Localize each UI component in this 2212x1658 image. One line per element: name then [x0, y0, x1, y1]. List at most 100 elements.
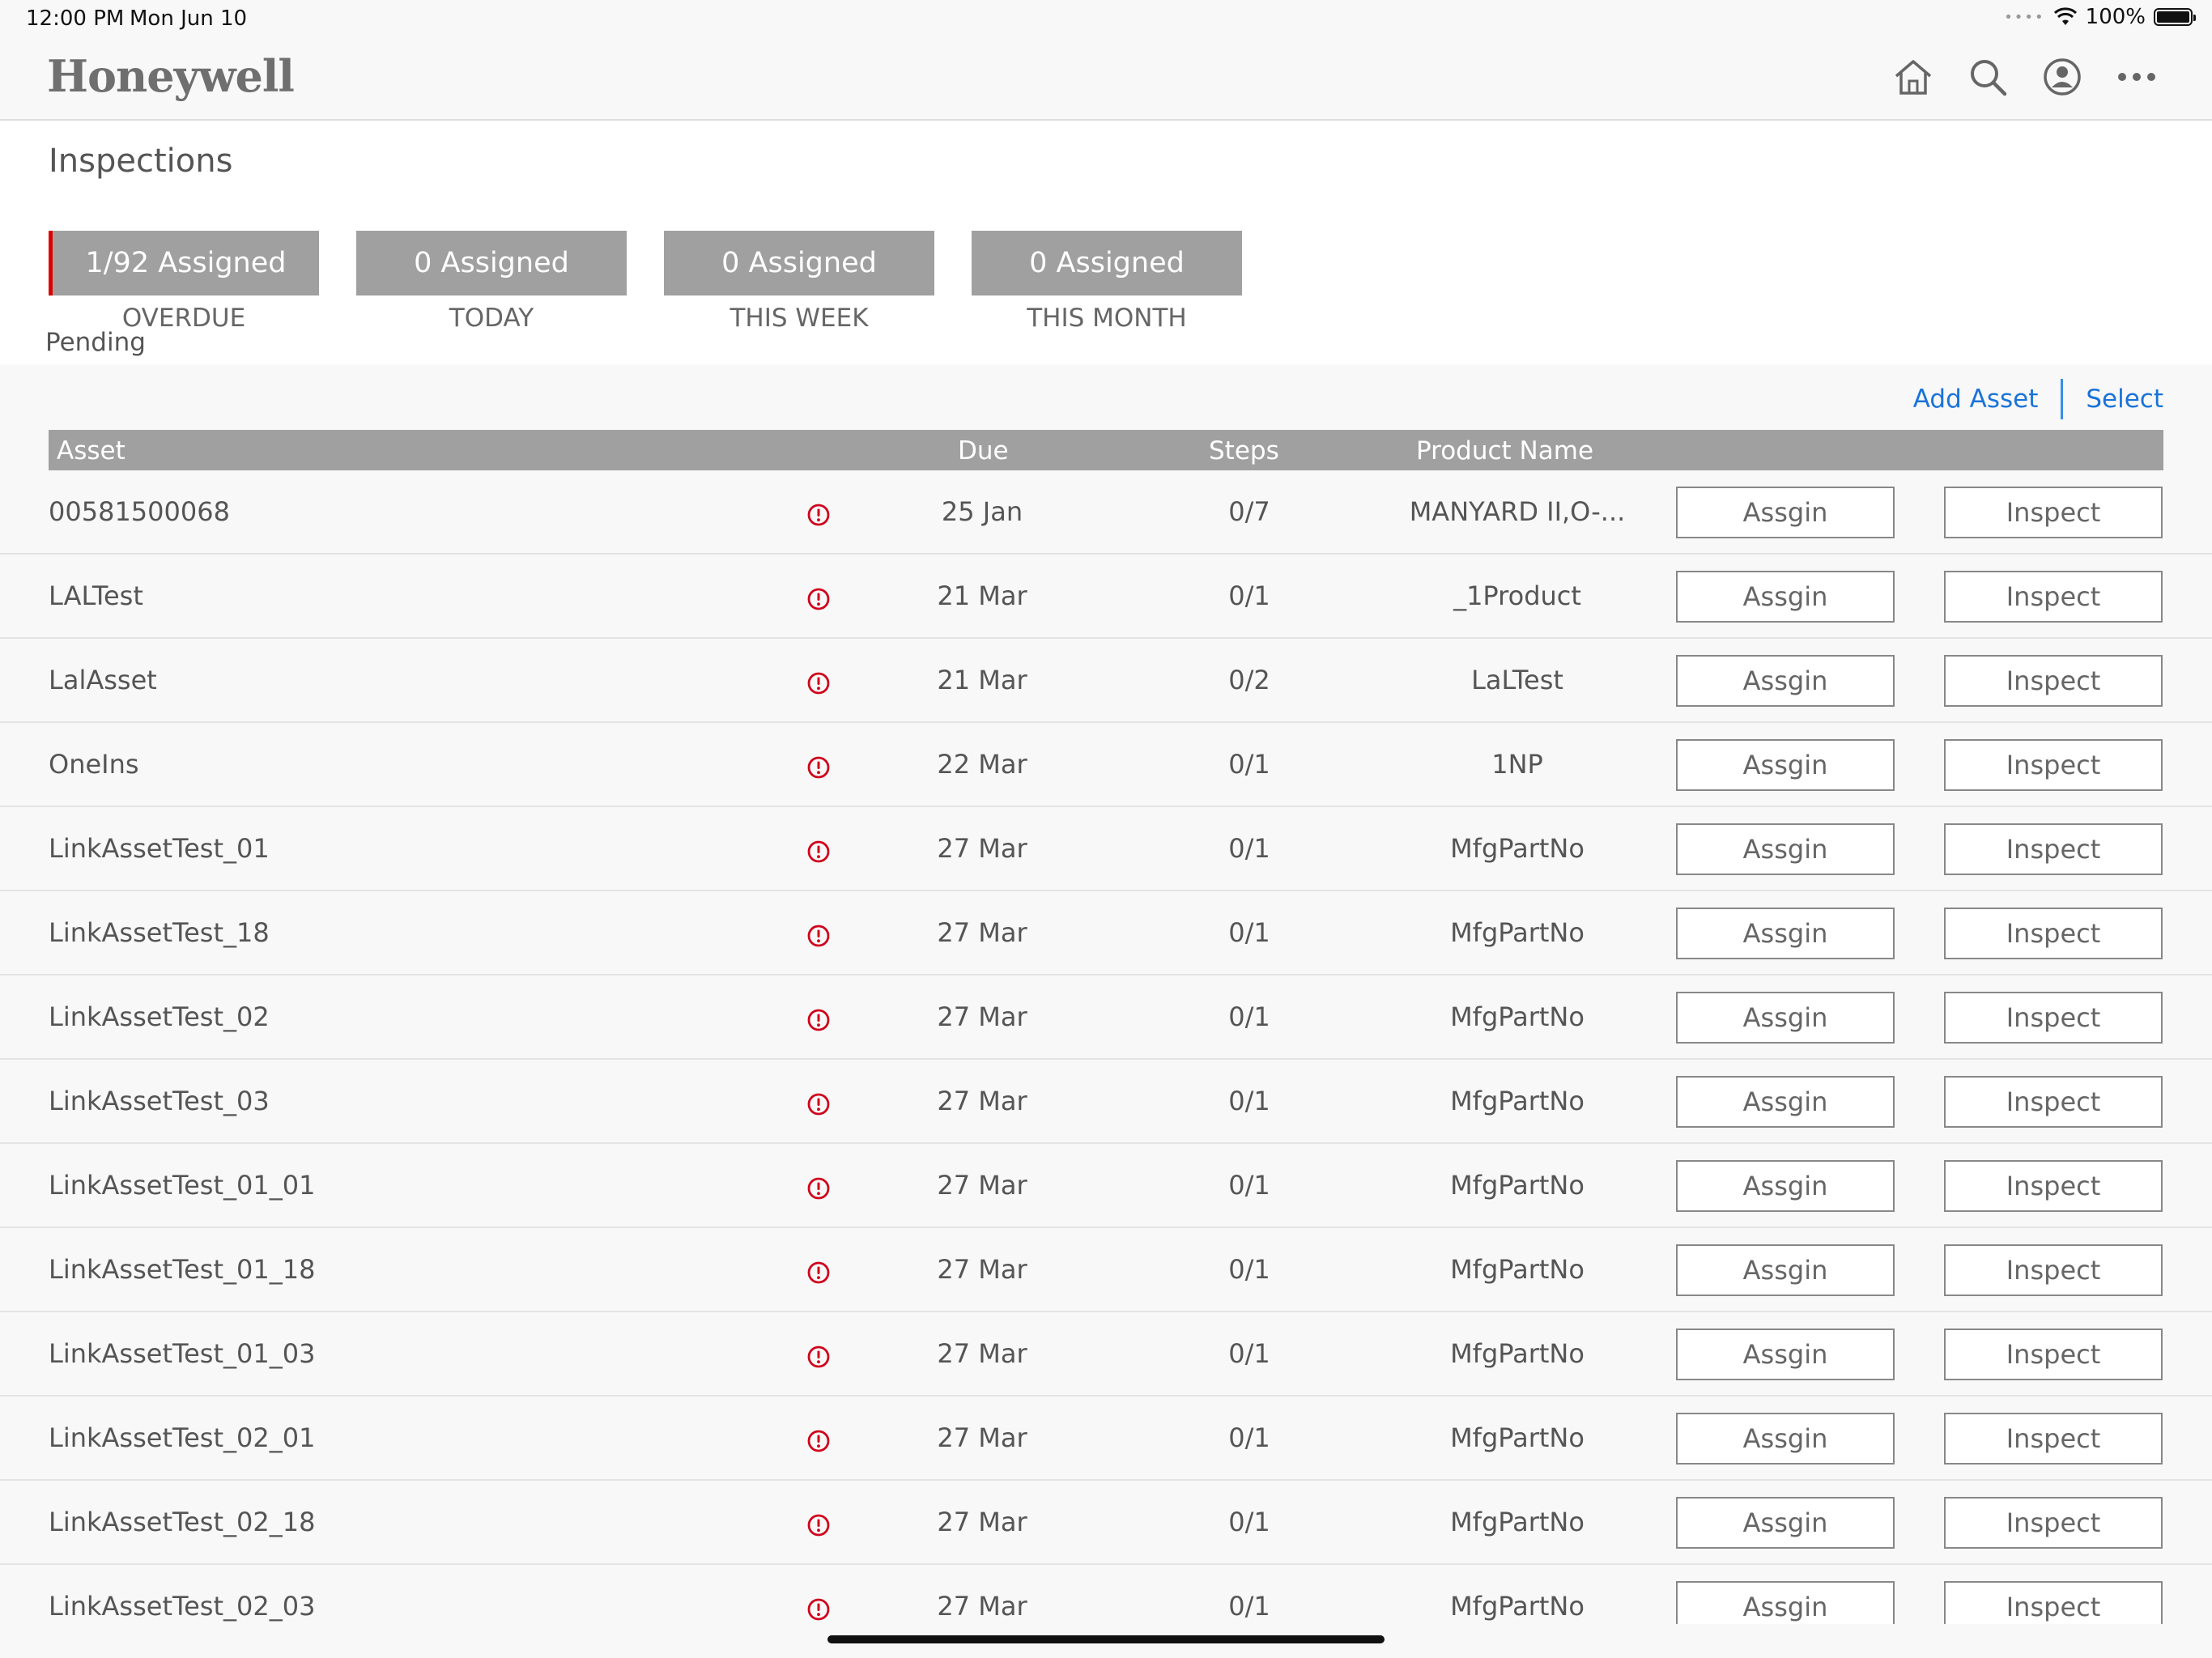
card-this-week[interactable]: 0 Assigned THIS WEEK — [664, 231, 934, 333]
pending-label: Pending — [45, 328, 146, 357]
card-overdue[interactable]: 1/92 Assigned OVERDUE — [49, 231, 319, 333]
row-asset: LinkAssetTest_02_18 — [49, 1507, 316, 1537]
row-due: 21 Mar — [937, 665, 1027, 695]
asset-list[interactable]: 00581500068 25 Jan 0/7 MANYARD II,O-... Assg… — [0, 470, 2212, 1624]
inspect-button[interactable]: Inspect — [1944, 908, 2163, 959]
table-row[interactable]: LalAsset 21 Mar 0/2 LaLTest Assgin Inspect — [0, 639, 2212, 723]
exclamation-circle-icon — [806, 1597, 831, 1622]
exclamation-circle-icon — [806, 840, 831, 864]
inspect-button[interactable]: Inspect — [1944, 739, 2163, 791]
assign-button[interactable]: Assgin — [1676, 1076, 1895, 1128]
inspect-button[interactable]: Inspect — [1944, 1497, 2163, 1549]
exclamation-circle-icon — [806, 671, 831, 695]
row-product: MfgPartNo — [1450, 1422, 1585, 1453]
exclamation-circle-icon — [806, 1261, 831, 1285]
card-today[interactable]: 0 Assigned TODAY — [356, 231, 627, 333]
inspect-button[interactable]: Inspect — [1944, 487, 2163, 538]
row-product: MfgPartNo — [1450, 1338, 1585, 1369]
row-asset: 00581500068 — [49, 496, 230, 527]
inspect-button[interactable]: Inspect — [1944, 823, 2163, 875]
row-due: 27 Mar — [937, 1422, 1027, 1453]
table-row[interactable]: OneIns 22 Mar 0/1 1NP Assgin Inspect — [0, 723, 2212, 807]
assign-button[interactable]: Assgin — [1676, 1244, 1895, 1296]
assign-button[interactable]: Assgin — [1676, 908, 1895, 959]
battery-percent: 100% — [2085, 5, 2146, 29]
add-asset-link[interactable]: Add Asset — [1913, 385, 2039, 414]
inspect-button[interactable]: Inspect — [1944, 1244, 2163, 1296]
table-row[interactable]: LinkAssetTest_01_03 27 Mar 0/1 MfgPartNo Ass… — [0, 1312, 2212, 1397]
more-icon[interactable] — [2115, 55, 2159, 99]
table-row[interactable]: 00581500068 25 Jan 0/7 MANYARD II,O-... Assg… — [0, 470, 2212, 555]
card-caption: THIS WEEK — [730, 304, 869, 333]
row-due: 25 Jan — [941, 496, 1023, 527]
row-asset: OneIns — [49, 749, 139, 780]
table-row[interactable]: LinkAssetTest_01_18 27 Mar 0/1 MfgPartNo Ass… — [0, 1228, 2212, 1312]
cellular-signal-icon: •••• — [2004, 8, 2045, 26]
inspect-button[interactable]: Inspect — [1944, 571, 2163, 623]
header-product: Product Name — [1416, 436, 1594, 466]
home-indicator[interactable] — [827, 1635, 1385, 1643]
row-product: MfgPartNo — [1450, 1591, 1585, 1622]
assign-button[interactable]: Assgin — [1676, 1581, 1895, 1624]
row-due: 27 Mar — [937, 1086, 1027, 1116]
assign-button[interactable]: Assgin — [1676, 1497, 1895, 1549]
table-row[interactable]: LinkAssetTest_02 27 Mar 0/1 MfgPartNo Assgin… — [0, 976, 2212, 1060]
header-steps: Steps — [1209, 436, 1279, 466]
assign-button[interactable]: Assgin — [1676, 1413, 1895, 1465]
row-steps: 0/1 — [1228, 1338, 1270, 1369]
row-asset: LinkAssetTest_18 — [49, 917, 270, 948]
inspect-button[interactable]: Inspect — [1944, 1160, 2163, 1212]
assign-button[interactable]: Assgin — [1676, 1329, 1895, 1380]
row-asset: LinkAssetTest_02 — [49, 1001, 270, 1032]
assign-button[interactable]: Assgin — [1676, 655, 1895, 707]
battery-icon — [2154, 8, 2196, 26]
row-due: 27 Mar — [937, 1507, 1027, 1537]
exclamation-circle-icon — [806, 1345, 831, 1369]
table-row[interactable]: LinkAssetTest_01_01 27 Mar 0/1 MfgPartNo Ass… — [0, 1144, 2212, 1228]
inspect-button[interactable]: Inspect — [1944, 1413, 2163, 1465]
table-row[interactable]: LinkAssetTest_01 27 Mar 0/1 MfgPartNo Assgin… — [0, 807, 2212, 891]
row-product: LaLTest — [1471, 665, 1563, 695]
table-row[interactable]: LinkAssetTest_02_03 27 Mar 0/1 MfgPartNo Ass… — [0, 1565, 2212, 1624]
inspect-button[interactable]: Inspect — [1944, 1581, 2163, 1624]
row-product: MfgPartNo — [1450, 833, 1585, 864]
row-steps: 0/1 — [1228, 1591, 1270, 1622]
card-caption: THIS MONTH — [1027, 304, 1187, 333]
table-row[interactable]: LinkAssetTest_03 27 Mar 0/1 MfgPartNo Assgin… — [0, 1060, 2212, 1144]
row-due: 27 Mar — [937, 1591, 1027, 1622]
assign-button[interactable]: Assgin — [1676, 739, 1895, 791]
home-icon[interactable] — [1891, 55, 1935, 99]
actions-divider — [2061, 379, 2064, 419]
row-due: 22 Mar — [937, 749, 1027, 780]
wifi-icon — [2053, 7, 2077, 25]
card-value: 0 Assigned — [664, 231, 934, 295]
exclamation-circle-icon — [806, 1429, 831, 1453]
table-row[interactable]: LALTest 21 Mar 0/1 _1Product Assgin Inspect — [0, 555, 2212, 639]
assign-button[interactable]: Assgin — [1676, 823, 1895, 875]
page-title: Inspections — [49, 142, 233, 180]
select-link[interactable]: Select — [2086, 385, 2163, 414]
row-due: 27 Mar — [937, 1254, 1027, 1285]
row-asset: LinkAssetTest_01 — [49, 833, 270, 864]
assign-button[interactable]: Assgin — [1676, 487, 1895, 538]
inspect-button[interactable]: Inspect — [1944, 1329, 2163, 1380]
row-due: 27 Mar — [937, 1170, 1027, 1201]
inspect-button[interactable]: Inspect — [1944, 1076, 2163, 1128]
row-product: MfgPartNo — [1450, 1001, 1585, 1032]
table-row[interactable]: LinkAssetTest_02_18 27 Mar 0/1 MfgPartNo Ass… — [0, 1481, 2212, 1565]
assign-button[interactable]: Assgin — [1676, 992, 1895, 1044]
row-steps: 0/1 — [1228, 749, 1270, 780]
row-product: MfgPartNo — [1450, 1170, 1585, 1201]
card-value: 0 Assigned — [356, 231, 627, 295]
inspect-button[interactable]: Inspect — [1944, 992, 2163, 1044]
user-account-icon[interactable] — [2040, 55, 2084, 99]
status-right: •••• 100% — [2004, 5, 2196, 29]
table-row[interactable]: LinkAssetTest_02_01 27 Mar 0/1 MfgPartNo Ass… — [0, 1397, 2212, 1481]
table-row[interactable]: LinkAssetTest_18 27 Mar 0/1 MfgPartNo Assgin… — [0, 891, 2212, 976]
assign-button[interactable]: Assgin — [1676, 1160, 1895, 1212]
exclamation-circle-icon — [806, 503, 831, 527]
search-icon[interactable] — [1966, 55, 2010, 99]
assign-button[interactable]: Assgin — [1676, 571, 1895, 623]
card-this-month[interactable]: 0 Assigned THIS MONTH — [972, 231, 1242, 333]
inspect-button[interactable]: Inspect — [1944, 655, 2163, 707]
